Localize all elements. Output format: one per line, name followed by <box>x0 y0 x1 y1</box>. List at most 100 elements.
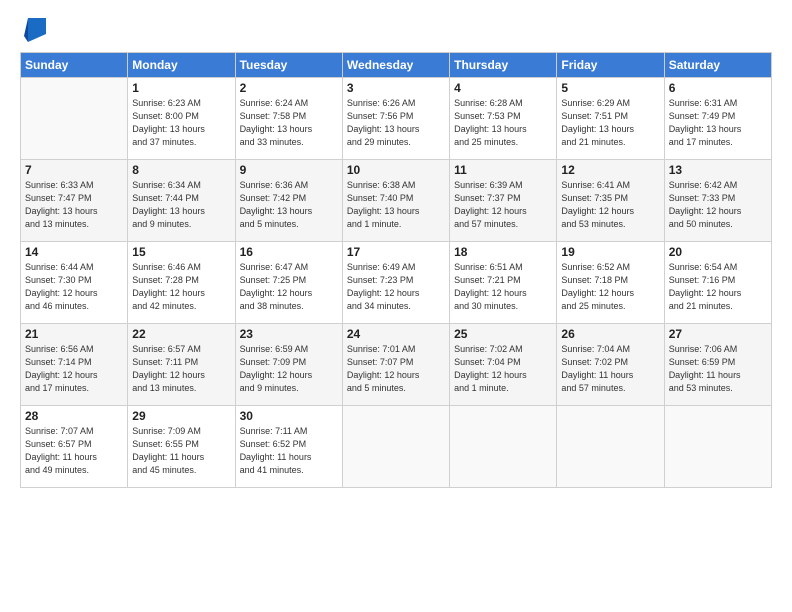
calendar-cell <box>557 406 664 488</box>
day-number: 17 <box>347 245 445 259</box>
calendar-week-row: 28 Sunrise: 7:07 AM Sunset: 6:57 PM Dayli… <box>21 406 772 488</box>
day-info: Sunrise: 7:06 AM Sunset: 6:59 PM Dayligh… <box>669 343 767 395</box>
day-number: 15 <box>132 245 230 259</box>
day-info: Sunrise: 6:31 AM Sunset: 7:49 PM Dayligh… <box>669 97 767 149</box>
day-info: Sunrise: 6:39 AM Sunset: 7:37 PM Dayligh… <box>454 179 552 231</box>
calendar-cell: 9 Sunrise: 6:36 AM Sunset: 7:42 PM Daylig… <box>235 160 342 242</box>
calendar-cell: 11Sunrise: 6:39 AM Sunset: 7:37 PM Dayli… <box>450 160 557 242</box>
page: Sunday Monday Tuesday Wednesday Thursday… <box>0 0 792 612</box>
logo-icon <box>24 16 46 44</box>
calendar-cell <box>21 78 128 160</box>
calendar-cell: 28 Sunrise: 7:07 AM Sunset: 6:57 PM Dayli… <box>21 406 128 488</box>
day-info: Sunrise: 7:02 AM Sunset: 7:04 PM Dayligh… <box>454 343 552 395</box>
calendar-cell: 4Sunrise: 6:28 AM Sunset: 7:53 PM Daylig… <box>450 78 557 160</box>
calendar-cell: 2 Sunrise: 6:24 AM Sunset: 7:58 PM Daylig… <box>235 78 342 160</box>
day-info: Sunrise: 6:44 AM Sunset: 7:30 PM Dayligh… <box>25 261 123 313</box>
calendar-cell: 3 Sunrise: 6:26 AM Sunset: 7:56 PM Daylig… <box>342 78 449 160</box>
calendar-cell: 14 Sunrise: 6:44 AM Sunset: 7:30 PM Dayli… <box>21 242 128 324</box>
calendar-cell: 10Sunrise: 6:38 AM Sunset: 7:40 PM Dayli… <box>342 160 449 242</box>
day-number: 18 <box>454 245 552 259</box>
day-info: Sunrise: 6:54 AM Sunset: 7:16 PM Dayligh… <box>669 261 767 313</box>
calendar-cell <box>342 406 449 488</box>
calendar-cell: 19 Sunrise: 6:52 AM Sunset: 7:18 PM Dayli… <box>557 242 664 324</box>
header-thursday: Thursday <box>450 53 557 78</box>
calendar-cell: 26 Sunrise: 7:04 AM Sunset: 7:02 PM Dayli… <box>557 324 664 406</box>
calendar-cell: 27 Sunrise: 7:06 AM Sunset: 6:59 PM Dayli… <box>664 324 771 406</box>
day-number: 27 <box>669 327 767 341</box>
day-info: Sunrise: 6:59 AM Sunset: 7:09 PM Dayligh… <box>240 343 338 395</box>
day-info: Sunrise: 6:38 AM Sunset: 7:40 PM Dayligh… <box>347 179 445 231</box>
calendar-week-row: 1Sunrise: 6:23 AM Sunset: 8:00 PM Daylig… <box>21 78 772 160</box>
day-number: 7 <box>25 163 123 177</box>
calendar-cell: 16Sunrise: 6:47 AM Sunset: 7:25 PM Dayli… <box>235 242 342 324</box>
calendar-cell: 12 Sunrise: 6:41 AM Sunset: 7:35 PM Dayli… <box>557 160 664 242</box>
day-number: 23 <box>240 327 338 341</box>
day-number: 5 <box>561 81 659 95</box>
day-number: 29 <box>132 409 230 423</box>
calendar-cell: 22 Sunrise: 6:57 AM Sunset: 7:11 PM Dayli… <box>128 324 235 406</box>
calendar-cell: 20 Sunrise: 6:54 AM Sunset: 7:16 PM Dayli… <box>664 242 771 324</box>
calendar-cell: 30Sunrise: 7:11 AM Sunset: 6:52 PM Dayli… <box>235 406 342 488</box>
calendar-cell <box>450 406 557 488</box>
header-friday: Friday <box>557 53 664 78</box>
day-info: Sunrise: 7:11 AM Sunset: 6:52 PM Dayligh… <box>240 425 338 477</box>
day-number: 28 <box>25 409 123 423</box>
header-tuesday: Tuesday <box>235 53 342 78</box>
header-saturday: Saturday <box>664 53 771 78</box>
header-wednesday: Wednesday <box>342 53 449 78</box>
day-info: Sunrise: 7:04 AM Sunset: 7:02 PM Dayligh… <box>561 343 659 395</box>
calendar-week-row: 7Sunrise: 6:33 AM Sunset: 7:47 PM Daylig… <box>21 160 772 242</box>
day-number: 20 <box>669 245 767 259</box>
day-number: 19 <box>561 245 659 259</box>
day-number: 21 <box>25 327 123 341</box>
logo <box>20 20 46 44</box>
calendar-cell: 17 Sunrise: 6:49 AM Sunset: 7:23 PM Dayli… <box>342 242 449 324</box>
calendar-header-row: Sunday Monday Tuesday Wednesday Thursday… <box>21 53 772 78</box>
calendar-table: Sunday Monday Tuesday Wednesday Thursday… <box>20 52 772 488</box>
day-info: Sunrise: 6:52 AM Sunset: 7:18 PM Dayligh… <box>561 261 659 313</box>
day-number: 22 <box>132 327 230 341</box>
day-number: 6 <box>669 81 767 95</box>
calendar-cell: 13 Sunrise: 6:42 AM Sunset: 7:33 PM Dayli… <box>664 160 771 242</box>
day-info: Sunrise: 6:49 AM Sunset: 7:23 PM Dayligh… <box>347 261 445 313</box>
calendar-cell: 21 Sunrise: 6:56 AM Sunset: 7:14 PM Dayli… <box>21 324 128 406</box>
day-info: Sunrise: 7:01 AM Sunset: 7:07 PM Dayligh… <box>347 343 445 395</box>
day-number: 2 <box>240 81 338 95</box>
calendar-cell: 7Sunrise: 6:33 AM Sunset: 7:47 PM Daylig… <box>21 160 128 242</box>
day-number: 13 <box>669 163 767 177</box>
calendar-week-row: 14 Sunrise: 6:44 AM Sunset: 7:30 PM Dayli… <box>21 242 772 324</box>
calendar-cell: 24 Sunrise: 7:01 AM Sunset: 7:07 PM Dayli… <box>342 324 449 406</box>
day-info: Sunrise: 6:24 AM Sunset: 7:58 PM Dayligh… <box>240 97 338 149</box>
day-info: Sunrise: 7:09 AM Sunset: 6:55 PM Dayligh… <box>132 425 230 477</box>
calendar-cell <box>664 406 771 488</box>
calendar-cell: 23 Sunrise: 6:59 AM Sunset: 7:09 PM Dayli… <box>235 324 342 406</box>
day-number: 12 <box>561 163 659 177</box>
calendar-cell: 8Sunrise: 6:34 AM Sunset: 7:44 PM Daylig… <box>128 160 235 242</box>
header-sunday: Sunday <box>21 53 128 78</box>
day-number: 24 <box>347 327 445 341</box>
calendar-cell: 6 Sunrise: 6:31 AM Sunset: 7:49 PM Daylig… <box>664 78 771 160</box>
calendar-cell: 29 Sunrise: 7:09 AM Sunset: 6:55 PM Dayli… <box>128 406 235 488</box>
calendar-week-row: 21 Sunrise: 6:56 AM Sunset: 7:14 PM Dayli… <box>21 324 772 406</box>
day-number: 26 <box>561 327 659 341</box>
day-info: Sunrise: 6:56 AM Sunset: 7:14 PM Dayligh… <box>25 343 123 395</box>
day-number: 1 <box>132 81 230 95</box>
day-info: Sunrise: 6:41 AM Sunset: 7:35 PM Dayligh… <box>561 179 659 231</box>
day-number: 14 <box>25 245 123 259</box>
day-info: Sunrise: 6:57 AM Sunset: 7:11 PM Dayligh… <box>132 343 230 395</box>
calendar-cell: 5 Sunrise: 6:29 AM Sunset: 7:51 PM Daylig… <box>557 78 664 160</box>
day-number: 4 <box>454 81 552 95</box>
header-monday: Monday <box>128 53 235 78</box>
day-number: 9 <box>240 163 338 177</box>
day-info: Sunrise: 6:36 AM Sunset: 7:42 PM Dayligh… <box>240 179 338 231</box>
day-info: Sunrise: 6:51 AM Sunset: 7:21 PM Dayligh… <box>454 261 552 313</box>
calendar-cell: 1Sunrise: 6:23 AM Sunset: 8:00 PM Daylig… <box>128 78 235 160</box>
day-info: Sunrise: 7:07 AM Sunset: 6:57 PM Dayligh… <box>25 425 123 477</box>
header <box>20 16 772 44</box>
day-number: 16 <box>240 245 338 259</box>
calendar-cell: 18 Sunrise: 6:51 AM Sunset: 7:21 PM Dayli… <box>450 242 557 324</box>
day-info: Sunrise: 6:26 AM Sunset: 7:56 PM Dayligh… <box>347 97 445 149</box>
day-info: Sunrise: 6:29 AM Sunset: 7:51 PM Dayligh… <box>561 97 659 149</box>
day-info: Sunrise: 6:42 AM Sunset: 7:33 PM Dayligh… <box>669 179 767 231</box>
day-number: 3 <box>347 81 445 95</box>
